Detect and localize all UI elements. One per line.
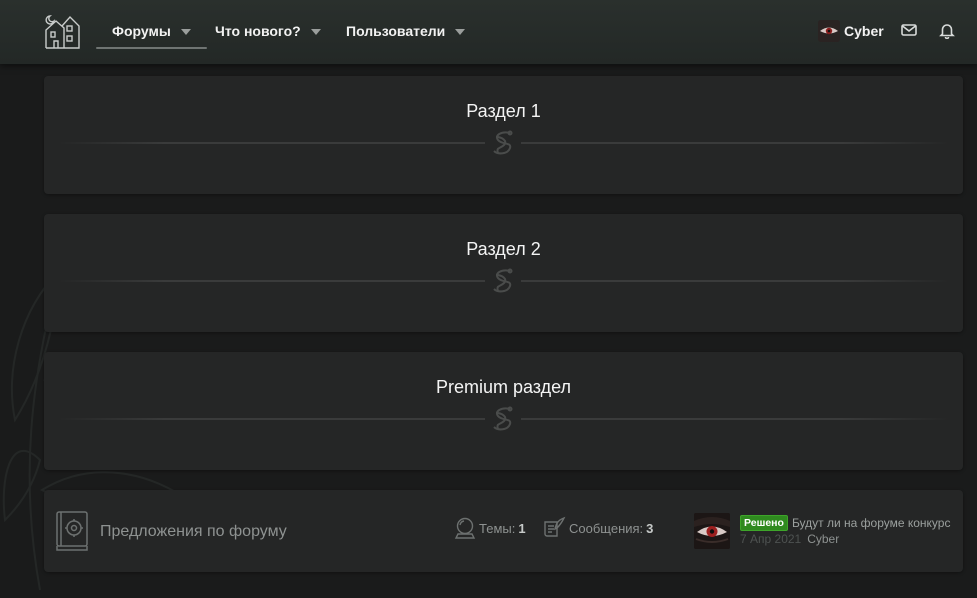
category-panel: Раздел 2 (44, 214, 963, 332)
scroll-quill-icon (544, 516, 566, 537)
last-post-meta: 7 Апр 2021 Cyber (740, 532, 839, 546)
book-icon (56, 511, 88, 551)
topics-count: 1 (518, 520, 526, 536)
chevron-down-icon[interactable] (180, 28, 191, 35)
tab-forums-label: Форумы (112, 23, 171, 39)
tab-members-label: Пользователи (346, 23, 446, 39)
category-title[interactable]: Раздел 2 (44, 239, 963, 260)
status-badge: Решено (740, 515, 788, 531)
last-post-date[interactable]: 7 Апр 2021 (740, 532, 801, 546)
tab-whats-new-label: Что нового? (215, 23, 301, 39)
category-panel: Раздел 1 (44, 76, 963, 194)
chevron-down-icon[interactable] (455, 28, 466, 35)
tab-whats-new[interactable]: Что нового? (199, 14, 337, 48)
snake-icon (485, 404, 521, 436)
tab-forums[interactable]: Форумы (96, 14, 207, 49)
envelope-icon[interactable] (900, 21, 918, 39)
messages-count: 3 (646, 520, 654, 536)
username: Cyber (844, 23, 884, 39)
last-post-title-link[interactable]: Будут ли на форуме конкурс (792, 516, 951, 530)
category-title[interactable]: Раздел 1 (44, 101, 963, 122)
forum-row: Предложения по форуму Темы: 1 Сообщения:… (44, 490, 963, 572)
messages-label: Сообщения: (569, 520, 644, 536)
messages-stat: Сообщения: 3 (542, 516, 653, 540)
snake-icon (485, 128, 521, 160)
crystal-ball-icon (454, 517, 476, 539)
topics-stat: Темы: 1 (454, 516, 526, 540)
category-title[interactable]: Premium раздел (44, 377, 963, 398)
top-navigation: Форумы Что нового? Пользователи Cyber (0, 0, 977, 64)
last-post-user[interactable]: Cyber (807, 532, 839, 546)
forum-title-link[interactable]: Предложения по форуму (100, 523, 287, 541)
haunted-house-icon[interactable] (42, 12, 82, 50)
last-post-title-line: Решено Будут ли на форуме конкурс (740, 515, 950, 531)
chevron-down-icon[interactable] (310, 28, 321, 35)
bell-icon[interactable] (938, 21, 956, 39)
category-panel: Premium раздел (44, 352, 963, 470)
avatar (818, 20, 840, 42)
tab-members[interactable]: Пользователи (330, 14, 481, 48)
topics-label: Темы: (479, 520, 516, 536)
avatar[interactable] (694, 513, 730, 549)
snake-icon (485, 266, 521, 298)
user-menu[interactable]: Cyber (818, 18, 884, 44)
